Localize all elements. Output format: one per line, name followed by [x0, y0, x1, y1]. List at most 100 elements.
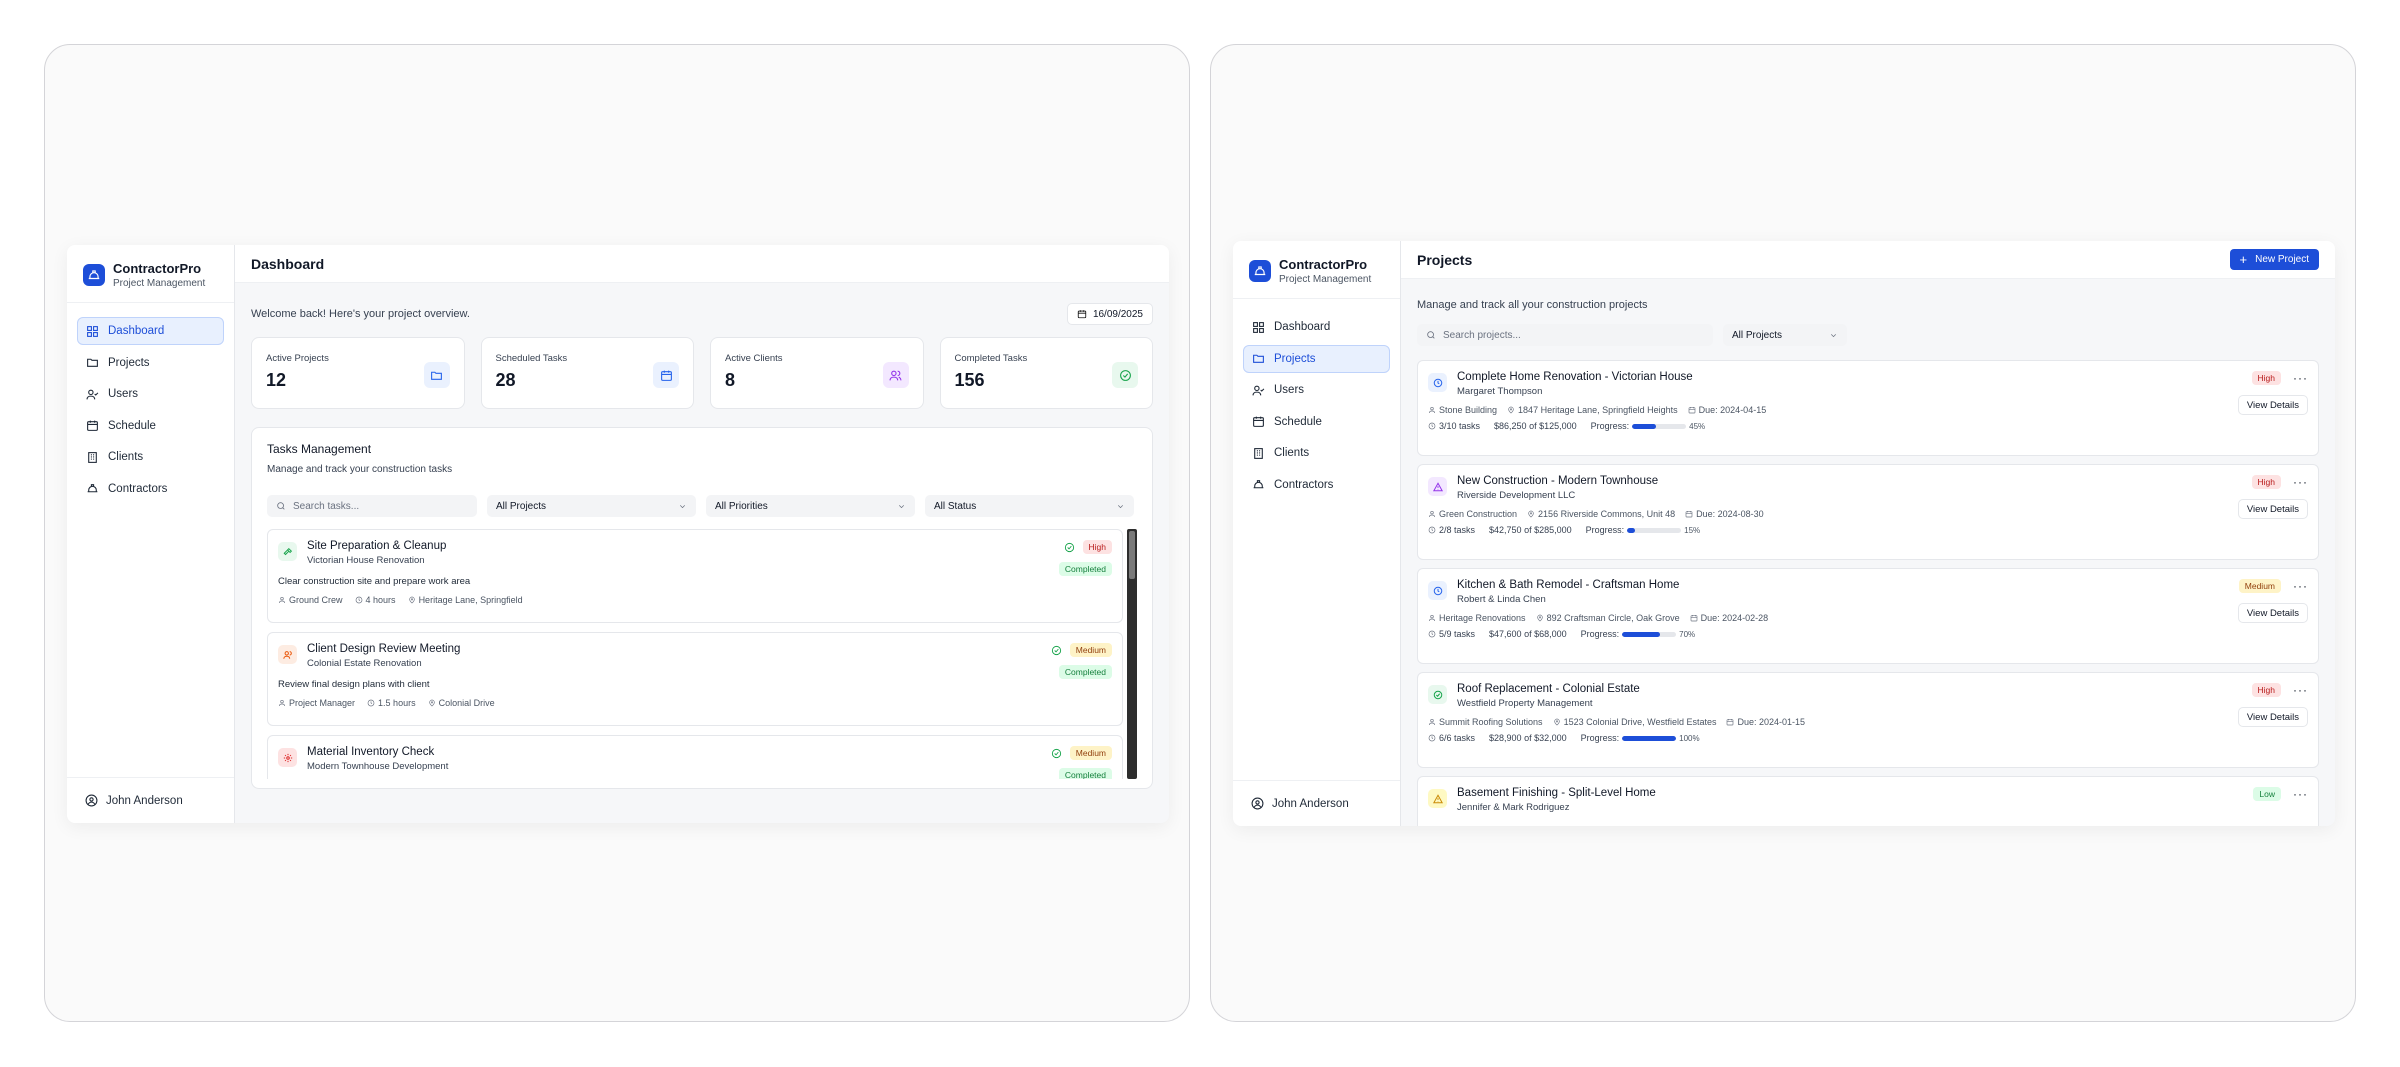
- project-title: New Construction - Modern Townhouse: [1457, 475, 1659, 487]
- project-tasks: 3/10 tasks: [1439, 421, 1481, 431]
- sidebar-item-users[interactable]: Users: [77, 380, 224, 408]
- more-options-icon[interactable]: ···: [2293, 788, 2308, 800]
- date-label: 16/09/2025: [1092, 308, 1143, 320]
- calendar-icon: [1253, 416, 1264, 427]
- status-badge: Completed: [1058, 665, 1112, 679]
- project-title: Complete Home Renovation - Victorian Hou…: [1457, 371, 1693, 383]
- project-tasks: 2/8 tasks: [1439, 525, 1476, 535]
- progress-bar-fill: [1627, 527, 1636, 533]
- project-filter-select[interactable]: All Projects: [1723, 324, 1847, 346]
- date-picker-button[interactable]: 16/09/2025: [1066, 303, 1153, 325]
- check-circle-icon: [1064, 542, 1074, 552]
- project-address: 2156 Riverside Commons, Unit 48: [1538, 509, 1676, 519]
- calendar-icon: [1077, 310, 1087, 319]
- project-due: Due: 2024-01-15: [1737, 717, 1806, 727]
- progress-bar: [1622, 631, 1677, 637]
- task-title: Material Inventory Check: [307, 746, 435, 758]
- brand-subtitle: Project Management: [1279, 274, 1372, 285]
- project-list: Complete Home Renovation - Victorian Hou…: [1417, 360, 2319, 826]
- priority-badge: Medium: [2238, 579, 2281, 593]
- sidebar-item-clients[interactable]: Clients: [77, 443, 224, 471]
- project-contractor: Heritage Renovations: [1439, 613, 1526, 623]
- sidebar-item-contractors[interactable]: Contractors: [1243, 471, 1390, 499]
- clock-icon: [1428, 581, 1447, 600]
- task-meta: Ground Crew 4 hours Heritage Lane, Sprin…: [278, 595, 1112, 605]
- project-filter-select[interactable]: All Projects: [487, 495, 696, 517]
- welcome-text: Welcome back! Here's your project overvi…: [251, 308, 470, 320]
- sidebar-item-label: Clients: [1274, 447, 1310, 459]
- calendar-icon: [1688, 407, 1695, 414]
- more-options-icon[interactable]: ···: [2293, 372, 2308, 384]
- project-due: Due: 2024-02-28: [1700, 613, 1769, 623]
- view-details-button[interactable]: View Details: [2237, 395, 2308, 415]
- view-details-button[interactable]: View Details: [2237, 603, 2308, 623]
- projects-main: Projects + New Project Manage and track …: [1401, 241, 2335, 826]
- scrollbar-thumb[interactable]: [1129, 531, 1135, 579]
- sidebar-item-projects[interactable]: Projects: [77, 349, 224, 377]
- sidebar-item-users[interactable]: Users: [1243, 376, 1390, 404]
- task-card[interactable]: Site Preparation & Cleanup Victorian Hou…: [267, 529, 1123, 623]
- projects-app: ContractorPro Project Management Dashboa…: [1233, 241, 2335, 826]
- progress-bar-fill: [1622, 631, 1660, 637]
- priority-filter-select[interactable]: All Priorities: [706, 495, 915, 517]
- sidebar-item-schedule[interactable]: Schedule: [77, 412, 224, 440]
- task-card[interactable]: Material Inventory Check Modern Townhous…: [267, 735, 1123, 779]
- sidebar-item-schedule[interactable]: Schedule: [1243, 408, 1390, 436]
- view-details-button[interactable]: View Details: [2237, 499, 2308, 519]
- priority-badge: Medium: [1069, 643, 1112, 657]
- progress-label: Progress:: [1580, 629, 1620, 639]
- sidebar-item-label: Schedule: [108, 419, 156, 432]
- progress-bar: [1627, 527, 1682, 533]
- brand-name: ContractorPro: [113, 261, 202, 276]
- project-contractor: Summit Roofing Solutions: [1439, 717, 1543, 727]
- sidebar-item-label: Contractors: [1274, 478, 1334, 491]
- select-value: All Status: [934, 500, 977, 512]
- more-options-icon[interactable]: ···: [2293, 580, 2308, 592]
- search-input[interactable]: Search tasks...: [267, 495, 477, 517]
- sidebar-item-label: Dashboard: [108, 325, 165, 337]
- project-tasks: 5/9 tasks: [1439, 629, 1476, 639]
- new-project-button[interactable]: + New Project: [2229, 249, 2319, 270]
- stat-value: 8: [725, 370, 736, 390]
- status-filter-select[interactable]: All Status: [925, 495, 1134, 517]
- sidebar-item-label: Clients: [108, 451, 144, 463]
- check-circle-icon: [1428, 685, 1447, 704]
- project-address: 1523 Colonial Drive, Westfield Estates: [1563, 717, 1717, 727]
- project-contractor: Green Construction: [1439, 509, 1518, 519]
- project-card[interactable]: Complete Home Renovation - Victorian Hou…: [1417, 360, 2319, 456]
- user-profile[interactable]: John Anderson: [67, 777, 234, 823]
- stat-label: Completed Tasks: [954, 353, 1028, 364]
- clock-icon: [1428, 630, 1436, 638]
- sidebar-item-label: Contractors: [108, 482, 168, 495]
- task-title: Client Design Review Meeting: [307, 643, 461, 655]
- dashboard-frame: ContractorPro Project Management Dashboa…: [44, 44, 1190, 1022]
- project-card[interactable]: Kitchen & Bath Remodel - Craftsman Home …: [1417, 568, 2319, 664]
- more-options-icon[interactable]: ···: [2293, 684, 2308, 696]
- stat-value: 156: [954, 370, 985, 390]
- topbar: Projects + New Project: [1401, 241, 2335, 279]
- project-card[interactable]: New Construction - Modern Townhouse Rive…: [1417, 464, 2319, 560]
- sidebar-item-projects[interactable]: Projects: [1243, 344, 1390, 373]
- more-options-icon[interactable]: ···: [2293, 476, 2308, 488]
- view-details-button[interactable]: View Details: [2237, 707, 2308, 727]
- sidebar-item-clients[interactable]: Clients: [1243, 439, 1390, 467]
- grid-icon: [87, 325, 98, 337]
- task-list-scrollbar[interactable]: [1127, 529, 1137, 779]
- progress-bar: [1632, 423, 1687, 429]
- clock-icon: [1428, 422, 1436, 430]
- sidebar-item-dashboard[interactable]: Dashboard: [77, 317, 224, 345]
- tasks-subtitle: Manage and track your construction tasks: [267, 464, 453, 475]
- search-input[interactable]: Search projects...: [1417, 324, 1713, 346]
- project-card[interactable]: Roof Replacement - Colonial Estate Westf…: [1417, 672, 2319, 768]
- sidebar-item-dashboard[interactable]: Dashboard: [1243, 313, 1390, 341]
- stat-value: 28: [495, 370, 516, 390]
- projects-subtitle: Manage and track all your construction p…: [1417, 299, 1648, 311]
- sidebar: ContractorPro Project Management Dashboa…: [67, 245, 235, 823]
- project-card[interactable]: Basement Finishing - Split-Level Home Je…: [1417, 776, 2319, 826]
- chevron-down-icon: [679, 504, 686, 508]
- grid-icon: [1253, 321, 1264, 333]
- sidebar-item-contractors[interactable]: Contractors: [77, 475, 224, 503]
- map-pin-icon: [1508, 406, 1514, 414]
- user-profile[interactable]: John Anderson: [1233, 780, 1400, 826]
- task-card[interactable]: Client Design Review Meeting Colonial Es…: [267, 632, 1123, 726]
